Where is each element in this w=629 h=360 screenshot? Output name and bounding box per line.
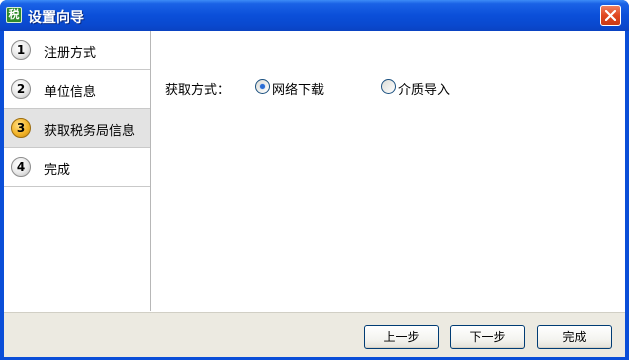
client-area: 1 注册方式 2 单位信息 3 获取税务局信息 4 完成 获取方式： 网络下载 … bbox=[4, 31, 625, 357]
step-content-panel: 获取方式： 网络下载 介质导入 bbox=[152, 31, 625, 311]
close-button[interactable] bbox=[600, 5, 621, 26]
previous-button[interactable]: 上一步 bbox=[364, 325, 439, 349]
radio-label[interactable]: 介质导入 bbox=[398, 79, 450, 98]
radio-label[interactable]: 网络下载 bbox=[272, 79, 324, 98]
radio-button[interactable] bbox=[255, 79, 270, 94]
radio-button[interactable] bbox=[381, 79, 396, 94]
step-list: 1 注册方式 2 单位信息 3 获取税务局信息 4 完成 bbox=[4, 31, 151, 311]
method-label: 获取方式： bbox=[165, 83, 231, 98]
step-label: 获取税务局信息 bbox=[44, 124, 136, 139]
radio-selected-dot bbox=[260, 84, 265, 89]
app-icon: 税 bbox=[6, 7, 22, 23]
step-number-badge: 3 bbox=[11, 118, 31, 138]
wizard-window: 税 设置向导 1 注册方式 2 单位信息 3 获取税务局信息 4 完成 获取方式… bbox=[0, 0, 629, 360]
step-item-register-method[interactable]: 1 注册方式 bbox=[4, 31, 150, 70]
step-label: 单位信息 bbox=[44, 85, 97, 100]
step-number-badge: 1 bbox=[11, 40, 31, 60]
finish-button[interactable]: 完成 bbox=[537, 325, 612, 349]
step-item-tax-bureau-info[interactable]: 3 获取税务局信息 bbox=[4, 109, 150, 148]
next-button[interactable]: 下一步 bbox=[450, 325, 525, 349]
step-number-badge: 4 bbox=[11, 157, 31, 177]
button-bar: 上一步 下一步 完成 bbox=[4, 312, 625, 357]
step-number-badge: 2 bbox=[11, 79, 31, 99]
close-icon bbox=[605, 10, 616, 21]
window-title: 设置向导 bbox=[28, 10, 84, 26]
step-item-unit-info[interactable]: 2 单位信息 bbox=[4, 70, 150, 109]
title-bar[interactable]: 税 设置向导 bbox=[0, 0, 629, 31]
step-label: 完成 bbox=[44, 163, 71, 178]
step-label: 注册方式 bbox=[44, 46, 97, 61]
step-item-finish[interactable]: 4 完成 bbox=[4, 148, 150, 187]
